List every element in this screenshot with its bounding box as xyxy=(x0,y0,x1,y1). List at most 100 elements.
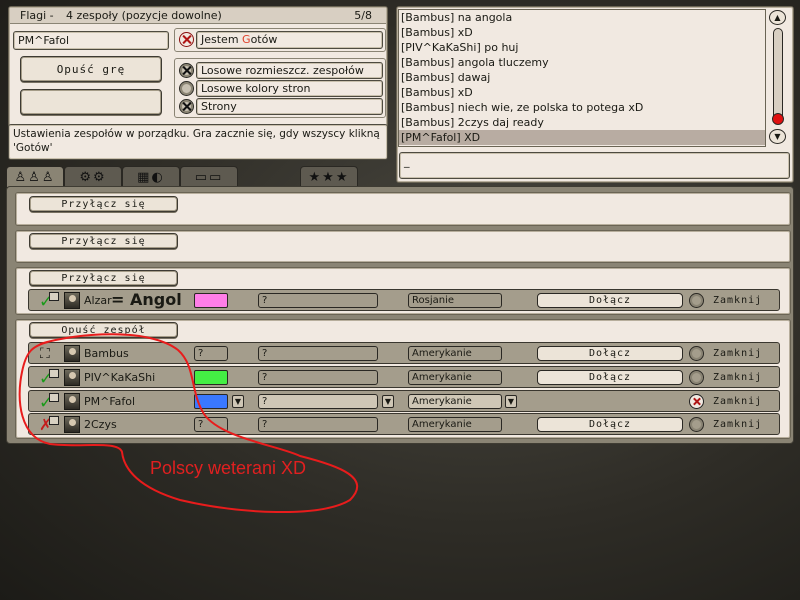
option-sides: Strony xyxy=(196,98,383,115)
chat-line: [Bambus] 2czys daj ready xyxy=(401,116,544,129)
color-dropdown-icon[interactable]: ▼ xyxy=(232,395,244,408)
tab-stars[interactable]: ★★★ xyxy=(300,166,358,187)
player-name: 2Czys xyxy=(84,418,117,431)
join-button[interactable]: Dołącz xyxy=(537,346,683,361)
close-slot-checkbox[interactable] xyxy=(689,394,704,409)
flag-icon xyxy=(49,369,59,378)
side-field[interactable]: Amerykanie xyxy=(408,370,502,385)
team-dropdown-icon[interactable]: ▼ xyxy=(382,395,394,408)
team-field[interactable]: ? xyxy=(258,293,378,308)
empty-slot-button[interactable] xyxy=(20,89,162,115)
chat-line: [Bambus] xD xyxy=(401,26,473,39)
close-slot-label: Zamknij xyxy=(713,348,763,359)
player-note: = Angol xyxy=(111,290,182,309)
team-field[interactable]: ? xyxy=(258,417,378,432)
leave-game-button[interactable]: Opuść grę xyxy=(20,56,162,82)
option-checkbox-sides[interactable] xyxy=(179,99,194,114)
player-color-swatch[interactable] xyxy=(194,394,228,409)
flag-icon xyxy=(49,292,59,301)
team-field[interactable]: ? xyxy=(258,370,378,385)
option-label: Losowe rozmieszcz. zespołów xyxy=(201,64,364,77)
join-button[interactable]: Dołącz xyxy=(537,370,683,385)
map-name: Flagi - xyxy=(20,9,54,22)
player-row: ✓ Alzar = Angol ? Rosjanie Dołącz Zamkni… xyxy=(28,289,780,311)
player-row: ⛶ Bambus ? ? Amerykanie Dołącz Zamknij xyxy=(28,342,780,364)
chat-line: [Bambus] xD xyxy=(401,86,473,99)
settings-tab-icon: ⚙⚙ xyxy=(79,169,107,185)
player-status: ✓ xyxy=(37,368,59,388)
tab-map[interactable]: ▦◐ xyxy=(122,166,180,187)
close-slot-checkbox[interactable] xyxy=(689,417,704,432)
player-name: PIV^KaKaShi xyxy=(84,371,156,384)
chat-line: [Bambus] angola tluczemy xyxy=(401,56,549,69)
player-status: ⛶ xyxy=(37,344,59,364)
side-dropdown-icon[interactable]: ▼ xyxy=(505,395,517,408)
avatar xyxy=(64,292,80,309)
side-field[interactable]: Amerykanie xyxy=(408,346,502,361)
player-status: ✓ xyxy=(37,392,59,412)
join-button[interactable]: Dołącz xyxy=(537,417,683,432)
ready-label: Jestem Gotów xyxy=(201,33,278,46)
chat-log: [Bambus] na angola [Bambus] xD [PIV^KaKa… xyxy=(398,9,766,147)
join-team-button[interactable]: Przyłącz się xyxy=(29,270,178,286)
scroll-track[interactable] xyxy=(773,28,783,124)
color-field[interactable]: ? xyxy=(194,346,228,361)
side-field[interactable]: Amerykanie xyxy=(408,394,502,409)
player-name: PM^Fafol xyxy=(84,395,136,408)
chat-line: [Bambus] na angola xyxy=(401,11,513,24)
ready-checkbox[interactable] xyxy=(179,32,194,47)
player-color-swatch[interactable] xyxy=(194,370,228,385)
player-status: ✓ xyxy=(37,291,59,311)
status-message-box: Ustawienia zespołów w porządku. Gra zacz… xyxy=(8,124,388,160)
close-slot-label: Zamknij xyxy=(713,372,763,383)
player-row: ✓ PM^Fafol ▼ ? ▼ Amerykanie ▼ Zamknij xyxy=(28,390,780,412)
host-network-icon: ⛶ xyxy=(40,346,50,362)
tab-players[interactable]: ♙♙♙ xyxy=(6,166,64,187)
player-status: ✗ xyxy=(37,415,59,435)
player-name-field[interactable]: PM^Fafol xyxy=(13,31,169,50)
map-tab-icon: ▦◐ xyxy=(137,169,165,185)
status-message: Ustawienia zespołów w porządku. Gra zacz… xyxy=(13,128,380,154)
side-field[interactable]: Amerykanie xyxy=(408,417,502,432)
players-tab-icon: ♙♙♙ xyxy=(14,169,56,185)
game-header: Flagi - 4 zespoły (pozycje dowolne) 5/8 xyxy=(10,8,386,24)
close-slot-checkbox[interactable] xyxy=(689,346,704,361)
close-slot-label: Zamknij xyxy=(713,419,763,430)
avatar xyxy=(64,345,80,362)
option-checkbox-random-colors[interactable] xyxy=(179,81,194,96)
game-mode: 4 zespoły (pozycje dowolne) xyxy=(66,9,222,22)
scroll-down-icon[interactable]: ▼ xyxy=(769,129,786,144)
leave-team-button[interactable]: Opuść zespół xyxy=(29,322,178,338)
option-checkbox-random-teams[interactable] xyxy=(179,63,194,78)
avatar xyxy=(64,416,80,433)
computers-tab-icon: ▭▭ xyxy=(194,169,224,185)
player-name: Bambus xyxy=(84,347,129,360)
close-slot-checkbox[interactable] xyxy=(689,370,704,385)
flag-icon xyxy=(49,393,59,402)
chat-line: [Bambus] niech wie, ze polska to potega … xyxy=(401,101,644,114)
option-label: Strony xyxy=(201,100,237,113)
scroll-thumb-icon[interactable] xyxy=(772,113,784,125)
join-team-button[interactable]: Przyłącz się xyxy=(29,196,178,212)
ready-label-field[interactable]: Jestem Gotów xyxy=(196,31,383,49)
color-field[interactable]: ? xyxy=(194,417,228,432)
chat-input-value: _ xyxy=(404,155,410,168)
chat-input[interactable]: _ xyxy=(399,152,790,179)
join-button[interactable]: Dołącz xyxy=(537,293,683,308)
close-slot-label: Zamknij xyxy=(713,295,763,306)
ready-highlight: G xyxy=(242,33,251,46)
team-field[interactable]: ? xyxy=(258,346,378,361)
team-field[interactable]: ? xyxy=(258,394,378,409)
chat-scrollbar[interactable]: ▲ ▼ xyxy=(768,9,788,147)
side-field[interactable]: Rosjanie xyxy=(408,293,502,308)
player-row: ✗ 2Czys ? ? Amerykanie Dołącz Zamknij xyxy=(28,413,780,435)
close-slot-checkbox[interactable] xyxy=(689,293,704,308)
tab-computers[interactable]: ▭▭ xyxy=(180,166,238,187)
avatar xyxy=(64,393,80,410)
tab-settings[interactable]: ⚙⚙ xyxy=(64,166,122,187)
player-count: 5/8 xyxy=(354,9,372,22)
join-team-button[interactable]: Przyłącz się xyxy=(29,233,178,249)
player-name: Alzar xyxy=(84,294,112,307)
scroll-up-icon[interactable]: ▲ xyxy=(769,10,786,25)
player-color-swatch[interactable] xyxy=(194,293,228,308)
